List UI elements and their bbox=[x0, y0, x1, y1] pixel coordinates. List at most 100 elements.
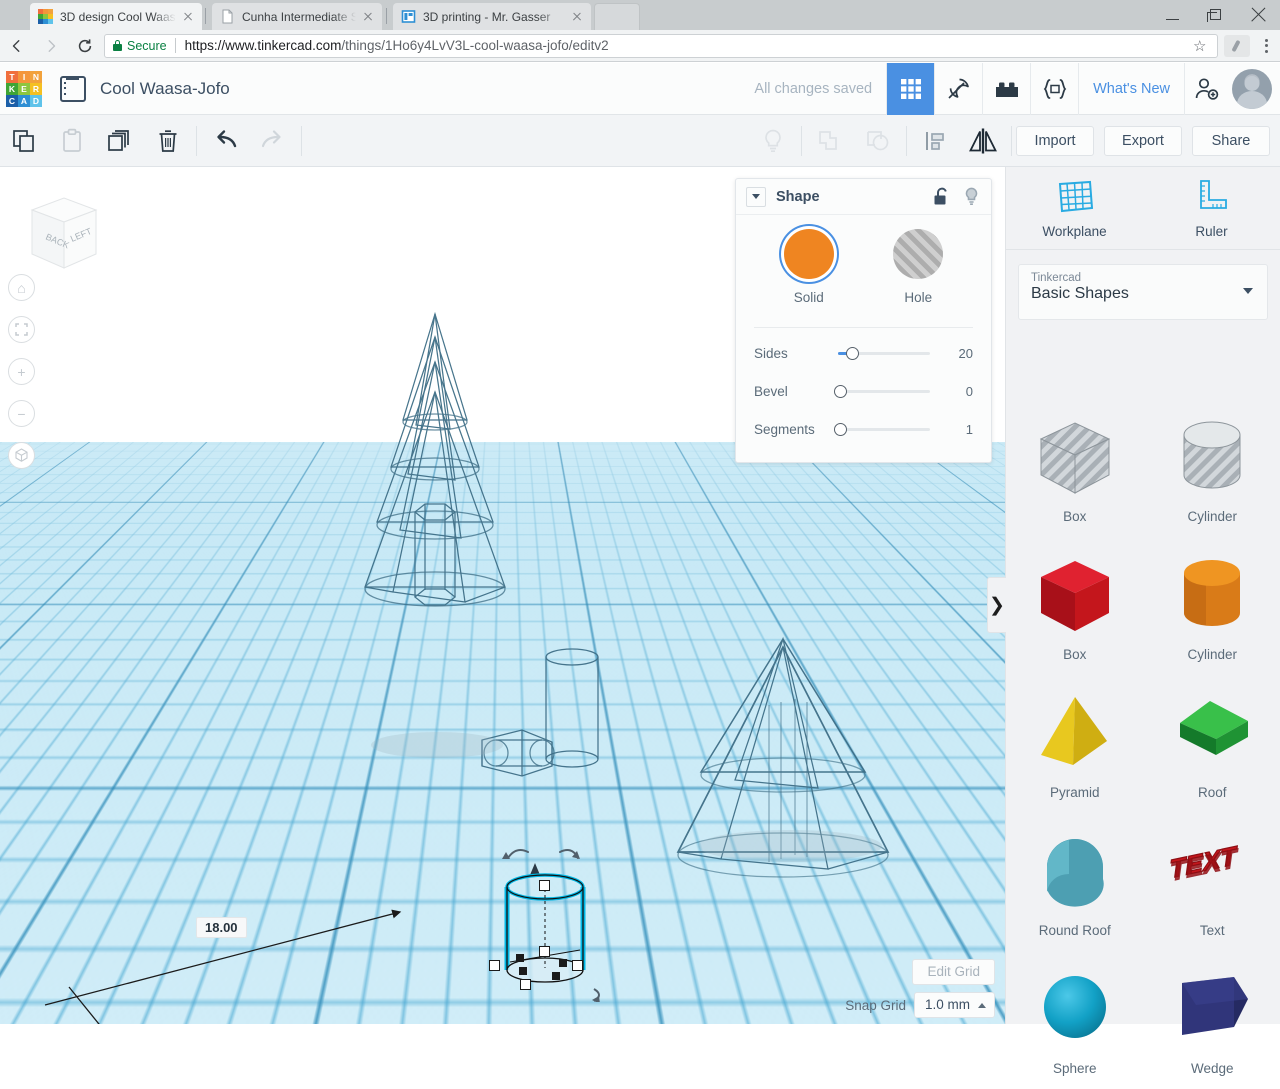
shape-mode-solid[interactable]: Solid bbox=[784, 229, 834, 305]
shape-item-sphere[interactable]: Sphere bbox=[1006, 951, 1144, 1089]
tinkercad-logo[interactable]: T I N K E R C A D bbox=[6, 71, 42, 107]
url-path: /things/1Ho6y4LvV3L-cool-waasa-jofo/edit… bbox=[341, 38, 608, 53]
browser-tab-2[interactable]: 3D printing - Mr. Gasser bbox=[393, 3, 591, 30]
forward-button[interactable] bbox=[34, 30, 68, 62]
user-avatar[interactable] bbox=[1232, 69, 1272, 109]
shape-item-text[interactable]: TEXT TEXT Text bbox=[1144, 813, 1280, 951]
bricks-icon[interactable] bbox=[982, 63, 1030, 115]
slider-sides-knob[interactable] bbox=[846, 347, 859, 360]
caret-up-icon bbox=[978, 1003, 986, 1008]
tab-close-icon[interactable] bbox=[180, 9, 196, 25]
copy-icon[interactable] bbox=[0, 115, 48, 167]
export-button[interactable]: Export bbox=[1104, 126, 1182, 156]
lock-icon bbox=[113, 40, 122, 51]
shape-item-label: Pyramid bbox=[1050, 785, 1100, 800]
ruler-x-label[interactable]: 18.00 bbox=[196, 917, 247, 938]
shape-mode-hole[interactable]: Hole bbox=[893, 229, 943, 305]
shape-item-wedge[interactable]: Wedge bbox=[1144, 951, 1280, 1089]
corner-handle-e[interactable] bbox=[572, 960, 583, 971]
zoom-in-icon[interactable]: + bbox=[8, 358, 35, 385]
shape-item-label: Roof bbox=[1198, 785, 1227, 800]
back-button[interactable] bbox=[0, 30, 34, 62]
reload-button[interactable] bbox=[68, 30, 102, 62]
slider-segments-track[interactable] bbox=[838, 428, 930, 431]
blocks-grid-icon[interactable] bbox=[886, 63, 934, 115]
code-braces-icon[interactable] bbox=[1030, 63, 1078, 115]
top-resize-handle[interactable] bbox=[539, 880, 550, 891]
shape-item-box[interactable]: Box bbox=[1006, 537, 1144, 675]
shape-item-box-hole[interactable]: Box bbox=[1006, 399, 1144, 537]
design-menu-icon[interactable] bbox=[60, 76, 86, 102]
edge-handle-ne[interactable] bbox=[559, 959, 567, 967]
edge-handle-nw[interactable] bbox=[516, 954, 524, 962]
unlock-icon[interactable] bbox=[933, 187, 950, 206]
home-view-icon[interactable]: ⌂ bbox=[8, 274, 35, 301]
slider-segments[interactable]: Segments 1 bbox=[754, 410, 973, 448]
zoom-out-icon[interactable]: − bbox=[8, 400, 35, 427]
slider-sides[interactable]: Sides 20 bbox=[754, 334, 973, 372]
edit-grid-button[interactable]: Edit Grid bbox=[912, 959, 995, 985]
shape-item-round-roof[interactable]: Round Roof bbox=[1006, 813, 1144, 951]
shape-item-roof[interactable]: Roof bbox=[1144, 675, 1280, 813]
star-icon[interactable]: ☆ bbox=[1193, 39, 1209, 55]
kebab-menu-icon[interactable] bbox=[1252, 30, 1280, 62]
snap-grid-select[interactable]: 1.0 mm bbox=[914, 992, 995, 1018]
slider-bevel-track[interactable] bbox=[838, 390, 930, 393]
extension-icon[interactable] bbox=[1224, 35, 1250, 57]
browser-tab-0[interactable]: 3D design Cool Waasa-J bbox=[30, 3, 202, 30]
sidebar-tool-ruler[interactable]: Ruler bbox=[1143, 167, 1280, 249]
slides-icon bbox=[401, 9, 416, 24]
edge-handle-se[interactable] bbox=[552, 972, 560, 980]
add-person-icon[interactable] bbox=[1184, 63, 1228, 115]
restore-window-button[interactable] bbox=[1194, 0, 1237, 30]
chevron-down-icon[interactable] bbox=[746, 187, 766, 207]
mirror-icon[interactable] bbox=[959, 115, 1007, 167]
slider-sides-track[interactable] bbox=[838, 352, 930, 355]
corner-handle-s[interactable] bbox=[520, 979, 531, 990]
grid-controls: Edit Grid Snap Grid 1.0 mm bbox=[845, 959, 995, 1018]
align-icon[interactable] bbox=[911, 115, 959, 167]
browser-tab-title: 3D design Cool Waasa-J bbox=[60, 10, 176, 24]
minimize-window-button[interactable] bbox=[1151, 0, 1194, 30]
codeblocks-pick-icon[interactable] bbox=[934, 63, 982, 115]
shape-panel-title: Shape bbox=[776, 189, 820, 205]
shape-item-label: Text bbox=[1200, 923, 1225, 938]
share-button[interactable]: Share bbox=[1192, 126, 1270, 156]
shape-item-label: Sphere bbox=[1053, 1061, 1097, 1076]
tab-close-icon[interactable] bbox=[360, 9, 376, 25]
edge-handle-sw[interactable] bbox=[519, 967, 527, 975]
ortho-perspective-icon[interactable] bbox=[8, 442, 35, 469]
undo-arrow-icon[interactable] bbox=[201, 115, 249, 167]
tab-close-icon[interactable] bbox=[569, 9, 585, 25]
fit-view-icon[interactable] bbox=[8, 316, 35, 343]
logo-tile-k: K bbox=[6, 83, 18, 95]
selected-object-cylinder[interactable] bbox=[490, 832, 600, 1002]
new-tab-button[interactable] bbox=[594, 3, 640, 30]
duplicate-icon[interactable] bbox=[96, 115, 144, 167]
shape-item-label: Box bbox=[1063, 509, 1086, 524]
caret-down-icon[interactable] bbox=[1243, 288, 1253, 294]
app-header: T I N K E R C A D Cool Waasa-Jofo All ch… bbox=[0, 63, 1280, 115]
chevron-right-icon[interactable]: ❯ bbox=[987, 577, 1006, 633]
whats-new-link[interactable]: What's New bbox=[1078, 63, 1184, 115]
center-move-handle[interactable] bbox=[539, 946, 550, 957]
sidebar-tool-workplane[interactable]: Workplane bbox=[1006, 167, 1143, 249]
shape-library-select[interactable]: Tinkercad Basic Shapes bbox=[1018, 264, 1268, 320]
shape-item-cylinder-hole[interactable]: Cylinder bbox=[1144, 399, 1280, 537]
shape-item-cylinder[interactable]: Cylinder bbox=[1144, 537, 1280, 675]
slider-bevel[interactable]: Bevel 0 bbox=[754, 372, 973, 410]
view-cube[interactable]: BACK LEFT bbox=[14, 192, 114, 287]
delete-trash-icon[interactable] bbox=[144, 115, 192, 167]
shape-inspector-panel[interactable]: Shape Solid Hole Si bbox=[735, 178, 992, 463]
close-window-button[interactable] bbox=[1237, 0, 1280, 30]
address-bar[interactable]: Secure https://www.tinkercad.com/things/… bbox=[104, 34, 1218, 58]
shape-item-label: Wedge bbox=[1191, 1061, 1234, 1076]
lightbulb-icon[interactable] bbox=[964, 187, 979, 206]
logo-tile-n: N bbox=[30, 71, 42, 83]
browser-tab-1[interactable]: Cunha Intermediate Sch bbox=[212, 3, 382, 30]
import-button[interactable]: Import bbox=[1016, 126, 1094, 156]
shape-item-pyramid[interactable]: Pyramid bbox=[1006, 675, 1144, 813]
slider-segments-knob[interactable] bbox=[834, 423, 847, 436]
corner-handle-w[interactable] bbox=[489, 960, 500, 971]
slider-bevel-knob[interactable] bbox=[834, 385, 847, 398]
